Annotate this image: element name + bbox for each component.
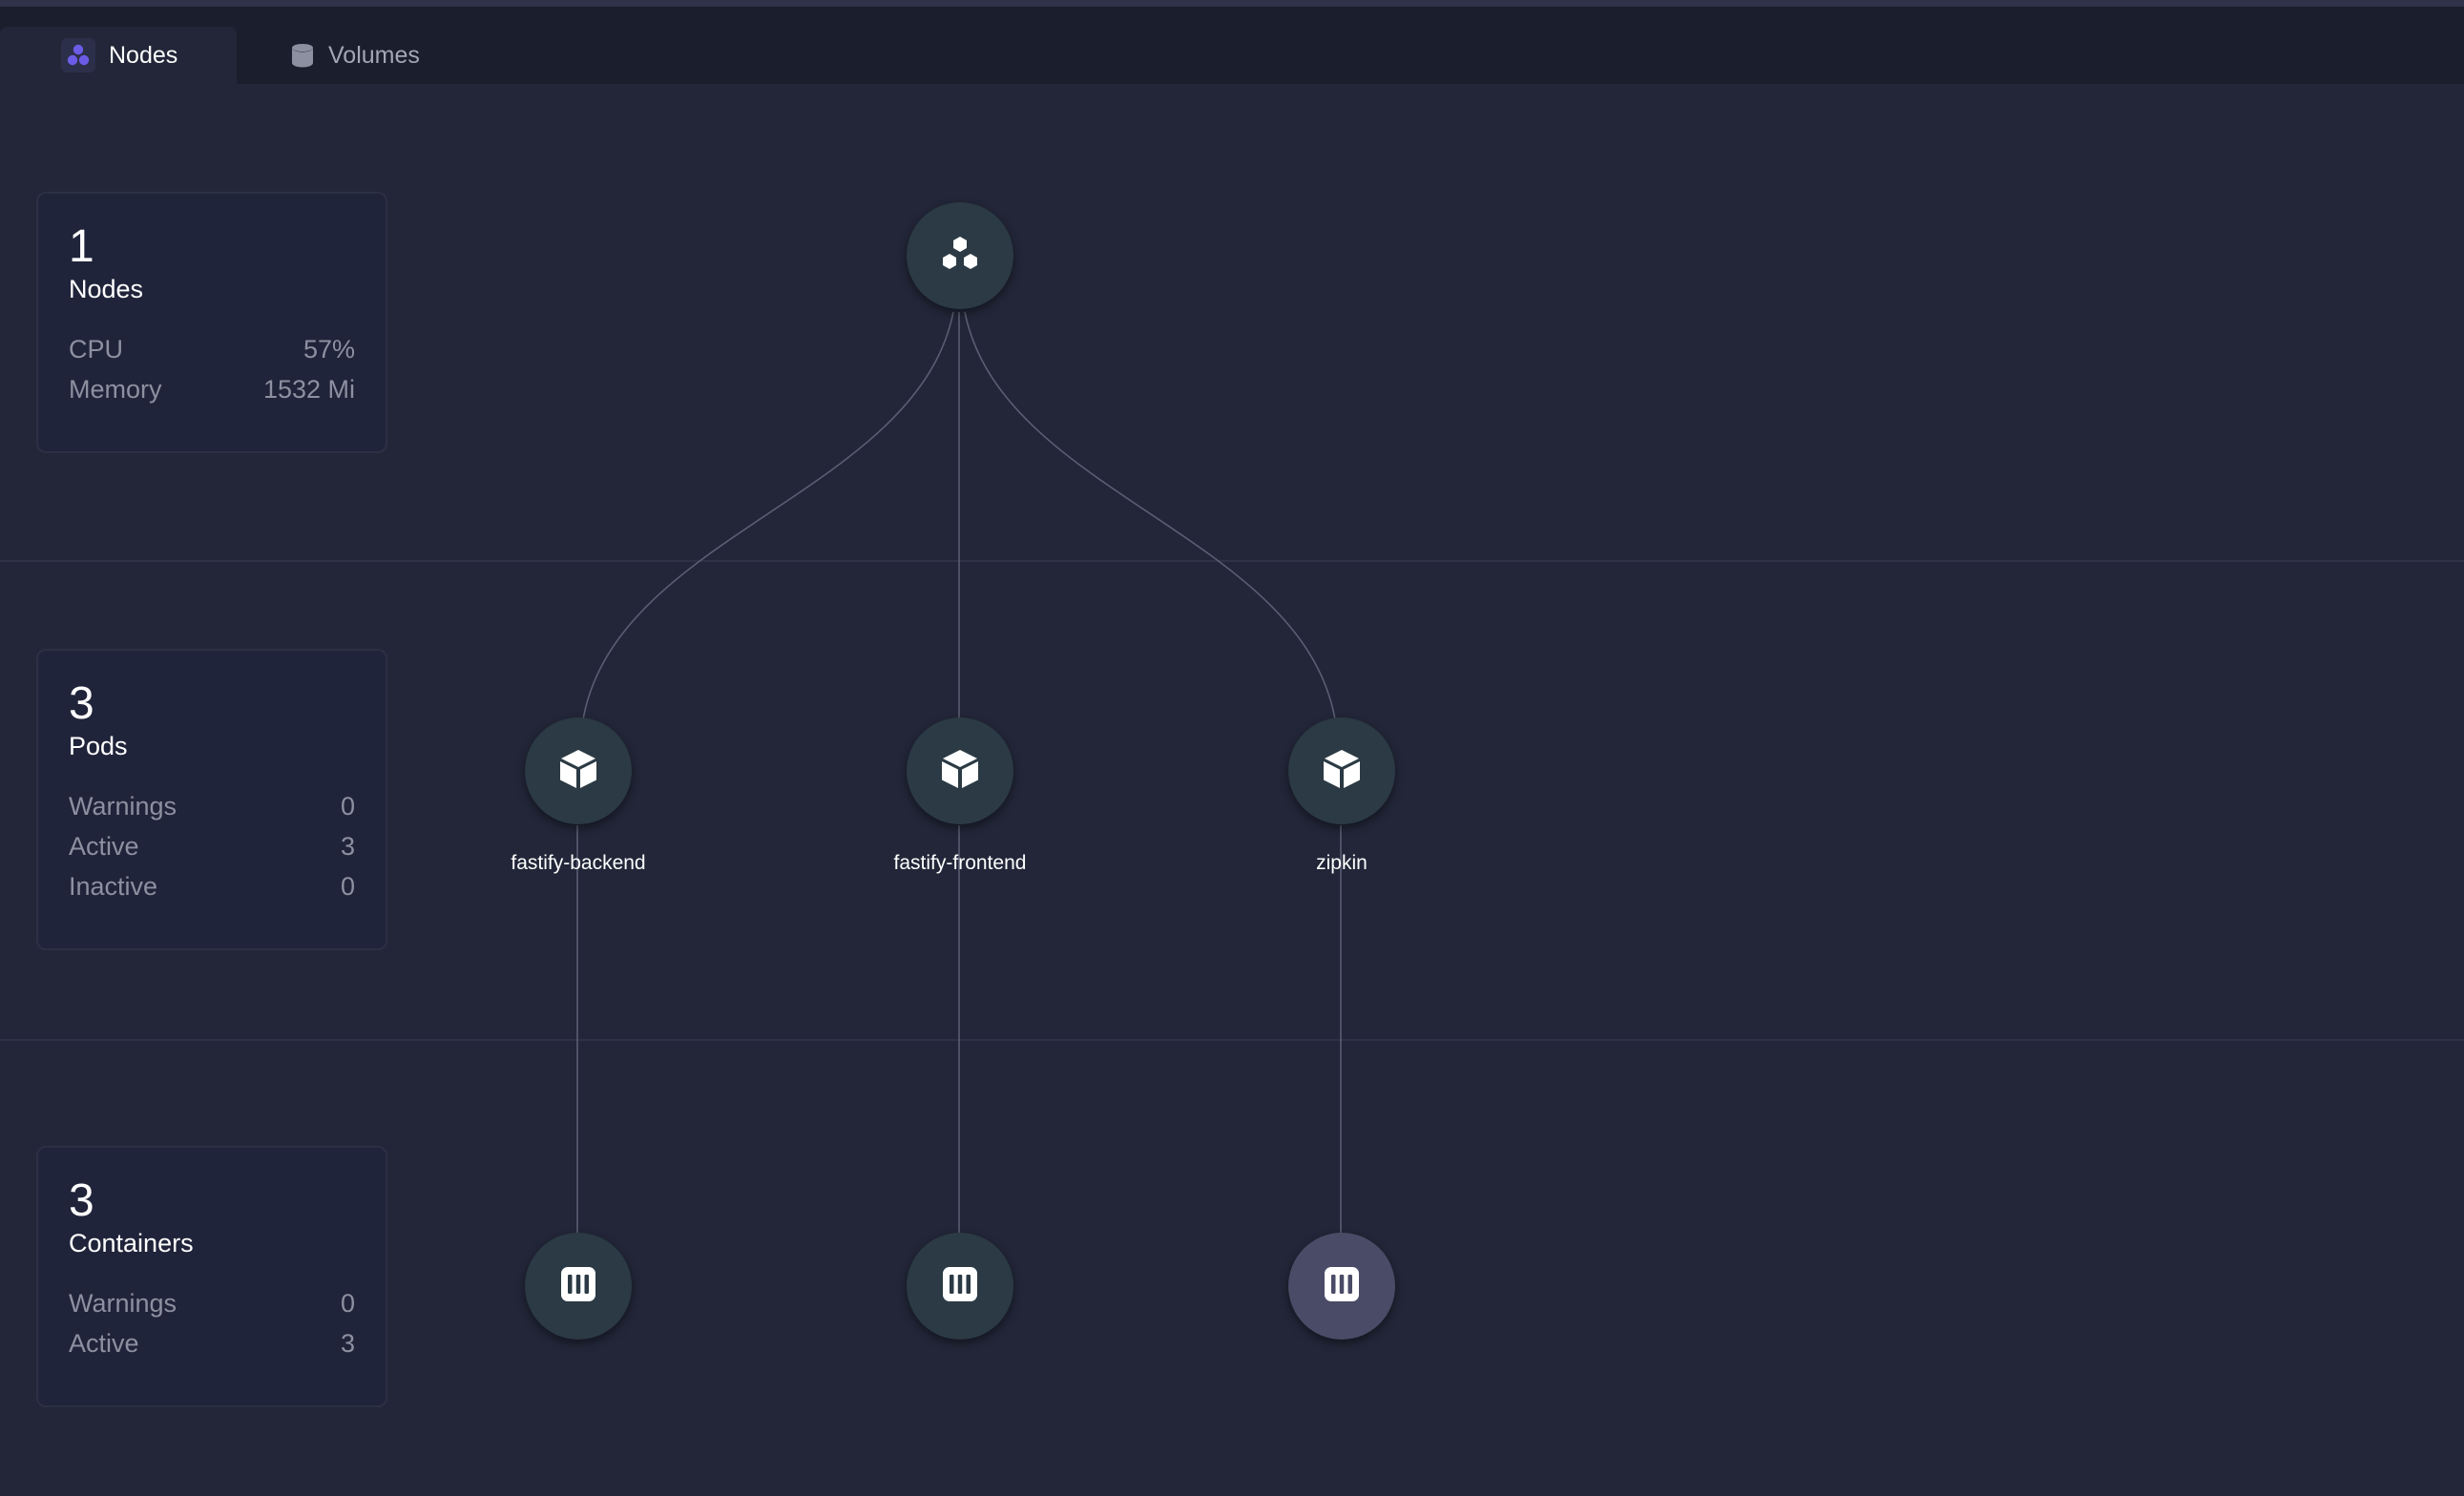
- stat-label: Memory: [69, 375, 162, 404]
- nodes-card-title: Nodes: [69, 275, 144, 303]
- stat-value: 1532 Mi: [262, 375, 355, 404]
- stat-label: CPU: [69, 335, 124, 364]
- container-icon: [941, 1265, 979, 1308]
- cube-icon: [940, 748, 980, 795]
- cluster-node[interactable]: [907, 202, 1013, 309]
- container-node-fastify-frontend[interactable]: [907, 1233, 1013, 1340]
- cube-icon: [558, 748, 598, 795]
- pods-card-title: Pods: [69, 732, 128, 760]
- database-icon: [290, 42, 315, 69]
- container-node-fastify-backend[interactable]: [525, 1233, 632, 1340]
- stat-value: 0: [340, 1289, 355, 1318]
- pod-node-fastify-backend[interactable]: [525, 717, 632, 824]
- cube-icon: [1322, 748, 1362, 795]
- stat-row-inactive: Inactive 0: [69, 866, 355, 906]
- stat-label: Active: [69, 1329, 139, 1358]
- stat-value: 3: [340, 1329, 355, 1358]
- pod-label: zipkin: [1316, 852, 1368, 874]
- tab-nodes[interactable]: Nodes: [0, 27, 237, 84]
- pod-node-zipkin[interactable]: [1288, 717, 1395, 824]
- stat-value: 0: [340, 872, 355, 901]
- containers-summary-card: 3 Containers Warnings 0 Active 3: [36, 1146, 387, 1407]
- stat-label: Warnings: [69, 792, 177, 821]
- pods-summary-card: 3 Pods Warnings 0 Active 3 Inactive 0: [36, 649, 387, 950]
- tab-volumes[interactable]: Volumes: [237, 27, 447, 84]
- window-top-strip: [0, 0, 2464, 7]
- pod-label: fastify-frontend: [893, 852, 1027, 874]
- nodes-count: 1: [69, 221, 94, 272]
- tab-bar: Nodes Volumes: [0, 7, 2464, 84]
- container-icon: [559, 1265, 597, 1308]
- nodes-summary-card: 1 Nodes CPU 57% Memory 1532 Mi: [36, 192, 387, 453]
- stat-label: Warnings: [69, 1289, 177, 1318]
- stat-label: Inactive: [69, 872, 158, 901]
- containers-count: 3: [69, 1175, 94, 1226]
- tab-nodes-label: Nodes: [109, 41, 178, 69]
- cluster-icon: [939, 235, 981, 278]
- row-divider-nodes-pods: [0, 560, 2464, 562]
- cluster-icon: [61, 38, 95, 73]
- row-divider-pods-containers: [0, 1039, 2464, 1041]
- stat-row-cpu: CPU 57%: [69, 329, 355, 369]
- pods-count: 3: [69, 678, 94, 729]
- containers-card-title: Containers: [69, 1229, 194, 1257]
- tab-volumes-label: Volumes: [328, 41, 420, 69]
- stat-value: 0: [340, 792, 355, 821]
- stat-value: 57%: [303, 335, 355, 364]
- edge-cluster-to-fastify-backend: [581, 311, 954, 726]
- pod-label: fastify-backend: [511, 852, 646, 874]
- pod-node-fastify-frontend[interactable]: [907, 717, 1013, 824]
- container-node-zipkin[interactable]: [1288, 1233, 1395, 1340]
- container-icon: [1323, 1265, 1361, 1308]
- edge-cluster-to-zipkin: [964, 311, 1337, 726]
- stat-label: Active: [69, 832, 139, 861]
- stat-row-warnings: Warnings 0: [69, 1283, 355, 1323]
- stat-row-memory: Memory 1532 Mi: [69, 369, 355, 409]
- stat-row-warnings: Warnings 0: [69, 786, 355, 826]
- stat-row-active: Active 3: [69, 1323, 355, 1363]
- stat-row-active: Active 3: [69, 826, 355, 866]
- stat-value: 3: [340, 832, 355, 861]
